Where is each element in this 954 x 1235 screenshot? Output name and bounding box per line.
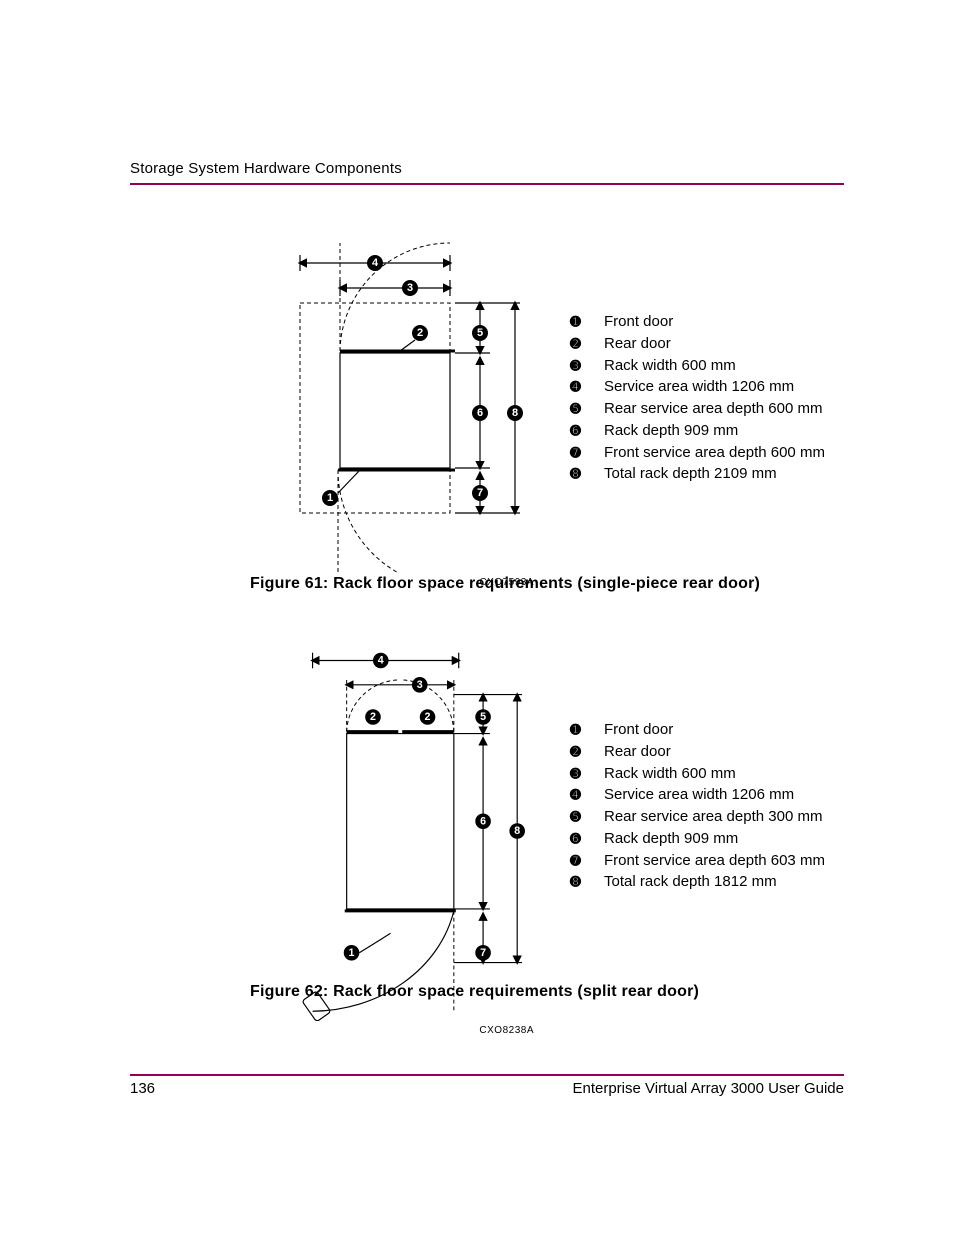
svg-text:5: 5 [480,711,486,723]
legend-num-icon: ➏ [570,830,588,849]
svg-text:6: 6 [477,407,483,419]
figure-62: 4 3 2 2 5 6 8 7 1 CXO8238A ➊Front door ➋… [130,641,844,1001]
callout-7-icon: 7 [475,945,491,961]
legend-label: Front service area depth 600 mm [604,442,825,464]
callout-8-icon: 8 [509,823,525,839]
legend-label: Front service area depth 603 mm [604,850,825,872]
legend-label: Front door [604,719,673,741]
page-footer: 136 Enterprise Virtual Array 3000 User G… [130,1074,844,1097]
callout-5-icon: 5 [472,325,488,341]
legend-label: Rear door [604,333,671,355]
legend-item: ➌ Rack width 600 mm [570,355,825,377]
callout-3-icon: 3 [412,677,428,693]
legend-label: Total rack depth 2109 mm [604,463,777,485]
callout-7-icon: 7 [472,485,488,501]
figure-caption: Figure 62: Rack floor space requirements… [250,983,844,1001]
callout-1-icon: 1 [344,945,360,961]
legend-item: ➍ Service area width 1206 mm [570,784,825,806]
callout-1-icon: 1 [322,490,338,506]
diagram-62: 4 3 2 2 5 6 8 7 1 CXO8238A [280,641,540,971]
diagram-61: 4 3 2 1 5 6 7 8 CXO7593A [280,233,540,563]
figure-caption: Figure 61: Rack floor space requirements… [250,575,844,593]
legend-item: ➎ Rear service area depth 300 mm [570,806,825,828]
legend-item: ➍ Service area width 1206 mm [570,376,825,398]
legend-item: ➑ Total rack depth 1812 mm [570,871,825,893]
legend-label: Rear service area depth 600 mm [604,398,822,420]
legend-label: Rack width 600 mm [604,763,736,785]
svg-text:4: 4 [378,654,384,666]
legend-num-icon: ➎ [570,808,588,827]
legend-num-icon: ➋ [570,743,588,762]
legend-num-icon: ➊ [570,721,588,740]
legend-num-icon: ➎ [570,400,588,419]
legend-62: ➊ Front door ➋ Rear door ➌ Rack width 600 m… [570,719,825,893]
callout-2b-icon: 2 [420,709,436,725]
callout-5-icon: 5 [475,709,491,725]
legend-item: ➊ Front door [570,719,825,741]
svg-text:3: 3 [407,282,413,294]
svg-text:8: 8 [514,825,520,837]
callout-4-icon: 4 [373,653,389,669]
legend-item: ➊ Front door [570,311,825,333]
svg-text:2: 2 [370,711,376,723]
legend-label: Front door [604,311,673,333]
callout-2a-icon: 2 [365,709,381,725]
legend-item: ➎ Rear service area depth 600 mm [570,398,825,420]
legend-num-icon: ➋ [570,335,588,354]
legend-num-icon: ➍ [570,786,588,805]
svg-text:4: 4 [372,257,379,269]
legend-item: ➋ Rear door [570,741,825,763]
legend-item: ➐ Front service area depth 600 mm [570,442,825,464]
legend-label: Rack width 600 mm [604,355,736,377]
svg-text:1: 1 [327,492,333,504]
callout-3-icon: 3 [402,280,418,296]
legend-num-icon: ➐ [570,852,588,871]
legend-item: ➏ Rack depth 909 mm [570,828,825,850]
legend-label: Rear door [604,741,671,763]
legend-num-icon: ➐ [570,444,588,463]
callout-6-icon: 6 [475,813,491,829]
doc-title: Enterprise Virtual Array 3000 User Guide [572,1080,844,1097]
legend-61: ➊ Front door ➋ Rear door ➌ Rack width 600 m… [570,311,825,485]
legend-item: ➏ Rack depth 909 mm [570,420,825,442]
svg-text:1: 1 [349,947,355,959]
svg-text:6: 6 [480,815,486,827]
legend-num-icon: ➑ [570,465,588,484]
legend-item: ➑ Total rack depth 2109 mm [570,463,825,485]
legend-label: Service area width 1206 mm [604,784,794,806]
figure-code: CXO8238A [280,1025,534,1036]
page: Storage System Hardware Components [0,0,954,1235]
svg-text:5: 5 [477,327,483,339]
svg-text:8: 8 [512,407,518,419]
legend-num-icon: ➑ [570,873,588,892]
callout-8-icon: 8 [507,405,523,421]
legend-label: Rack depth 909 mm [604,420,738,442]
svg-text:7: 7 [480,947,486,959]
legend-num-icon: ➊ [570,313,588,332]
svg-text:2: 2 [425,711,431,723]
legend-num-icon: ➍ [570,378,588,397]
legend-label: Service area width 1206 mm [604,376,794,398]
legend-label: Total rack depth 1812 mm [604,871,777,893]
section-title: Storage System Hardware Components [130,160,844,177]
svg-text:2: 2 [417,327,423,339]
svg-text:3: 3 [417,679,423,691]
header-rule [130,183,844,185]
legend-num-icon: ➌ [570,765,588,784]
legend-item: ➐ Front service area depth 603 mm [570,850,825,872]
callout-4-icon: 4 [367,255,383,271]
figure-61: 4 3 2 1 5 6 7 8 CXO7593A ➊Front door ➋Re… [130,233,844,593]
callout-2-icon: 2 [412,325,428,341]
legend-num-icon: ➌ [570,357,588,376]
legend-item: ➌ Rack width 600 mm [570,763,825,785]
page-number: 136 [130,1080,155,1097]
running-header: Storage System Hardware Components [130,160,844,185]
legend-item: ➋ Rear door [570,333,825,355]
callout-6-icon: 6 [472,405,488,421]
footer-rule [130,1074,844,1076]
legend-label: Rear service area depth 300 mm [604,806,822,828]
svg-text:7: 7 [477,487,483,499]
legend-num-icon: ➏ [570,422,588,441]
legend-label: Rack depth 909 mm [604,828,738,850]
